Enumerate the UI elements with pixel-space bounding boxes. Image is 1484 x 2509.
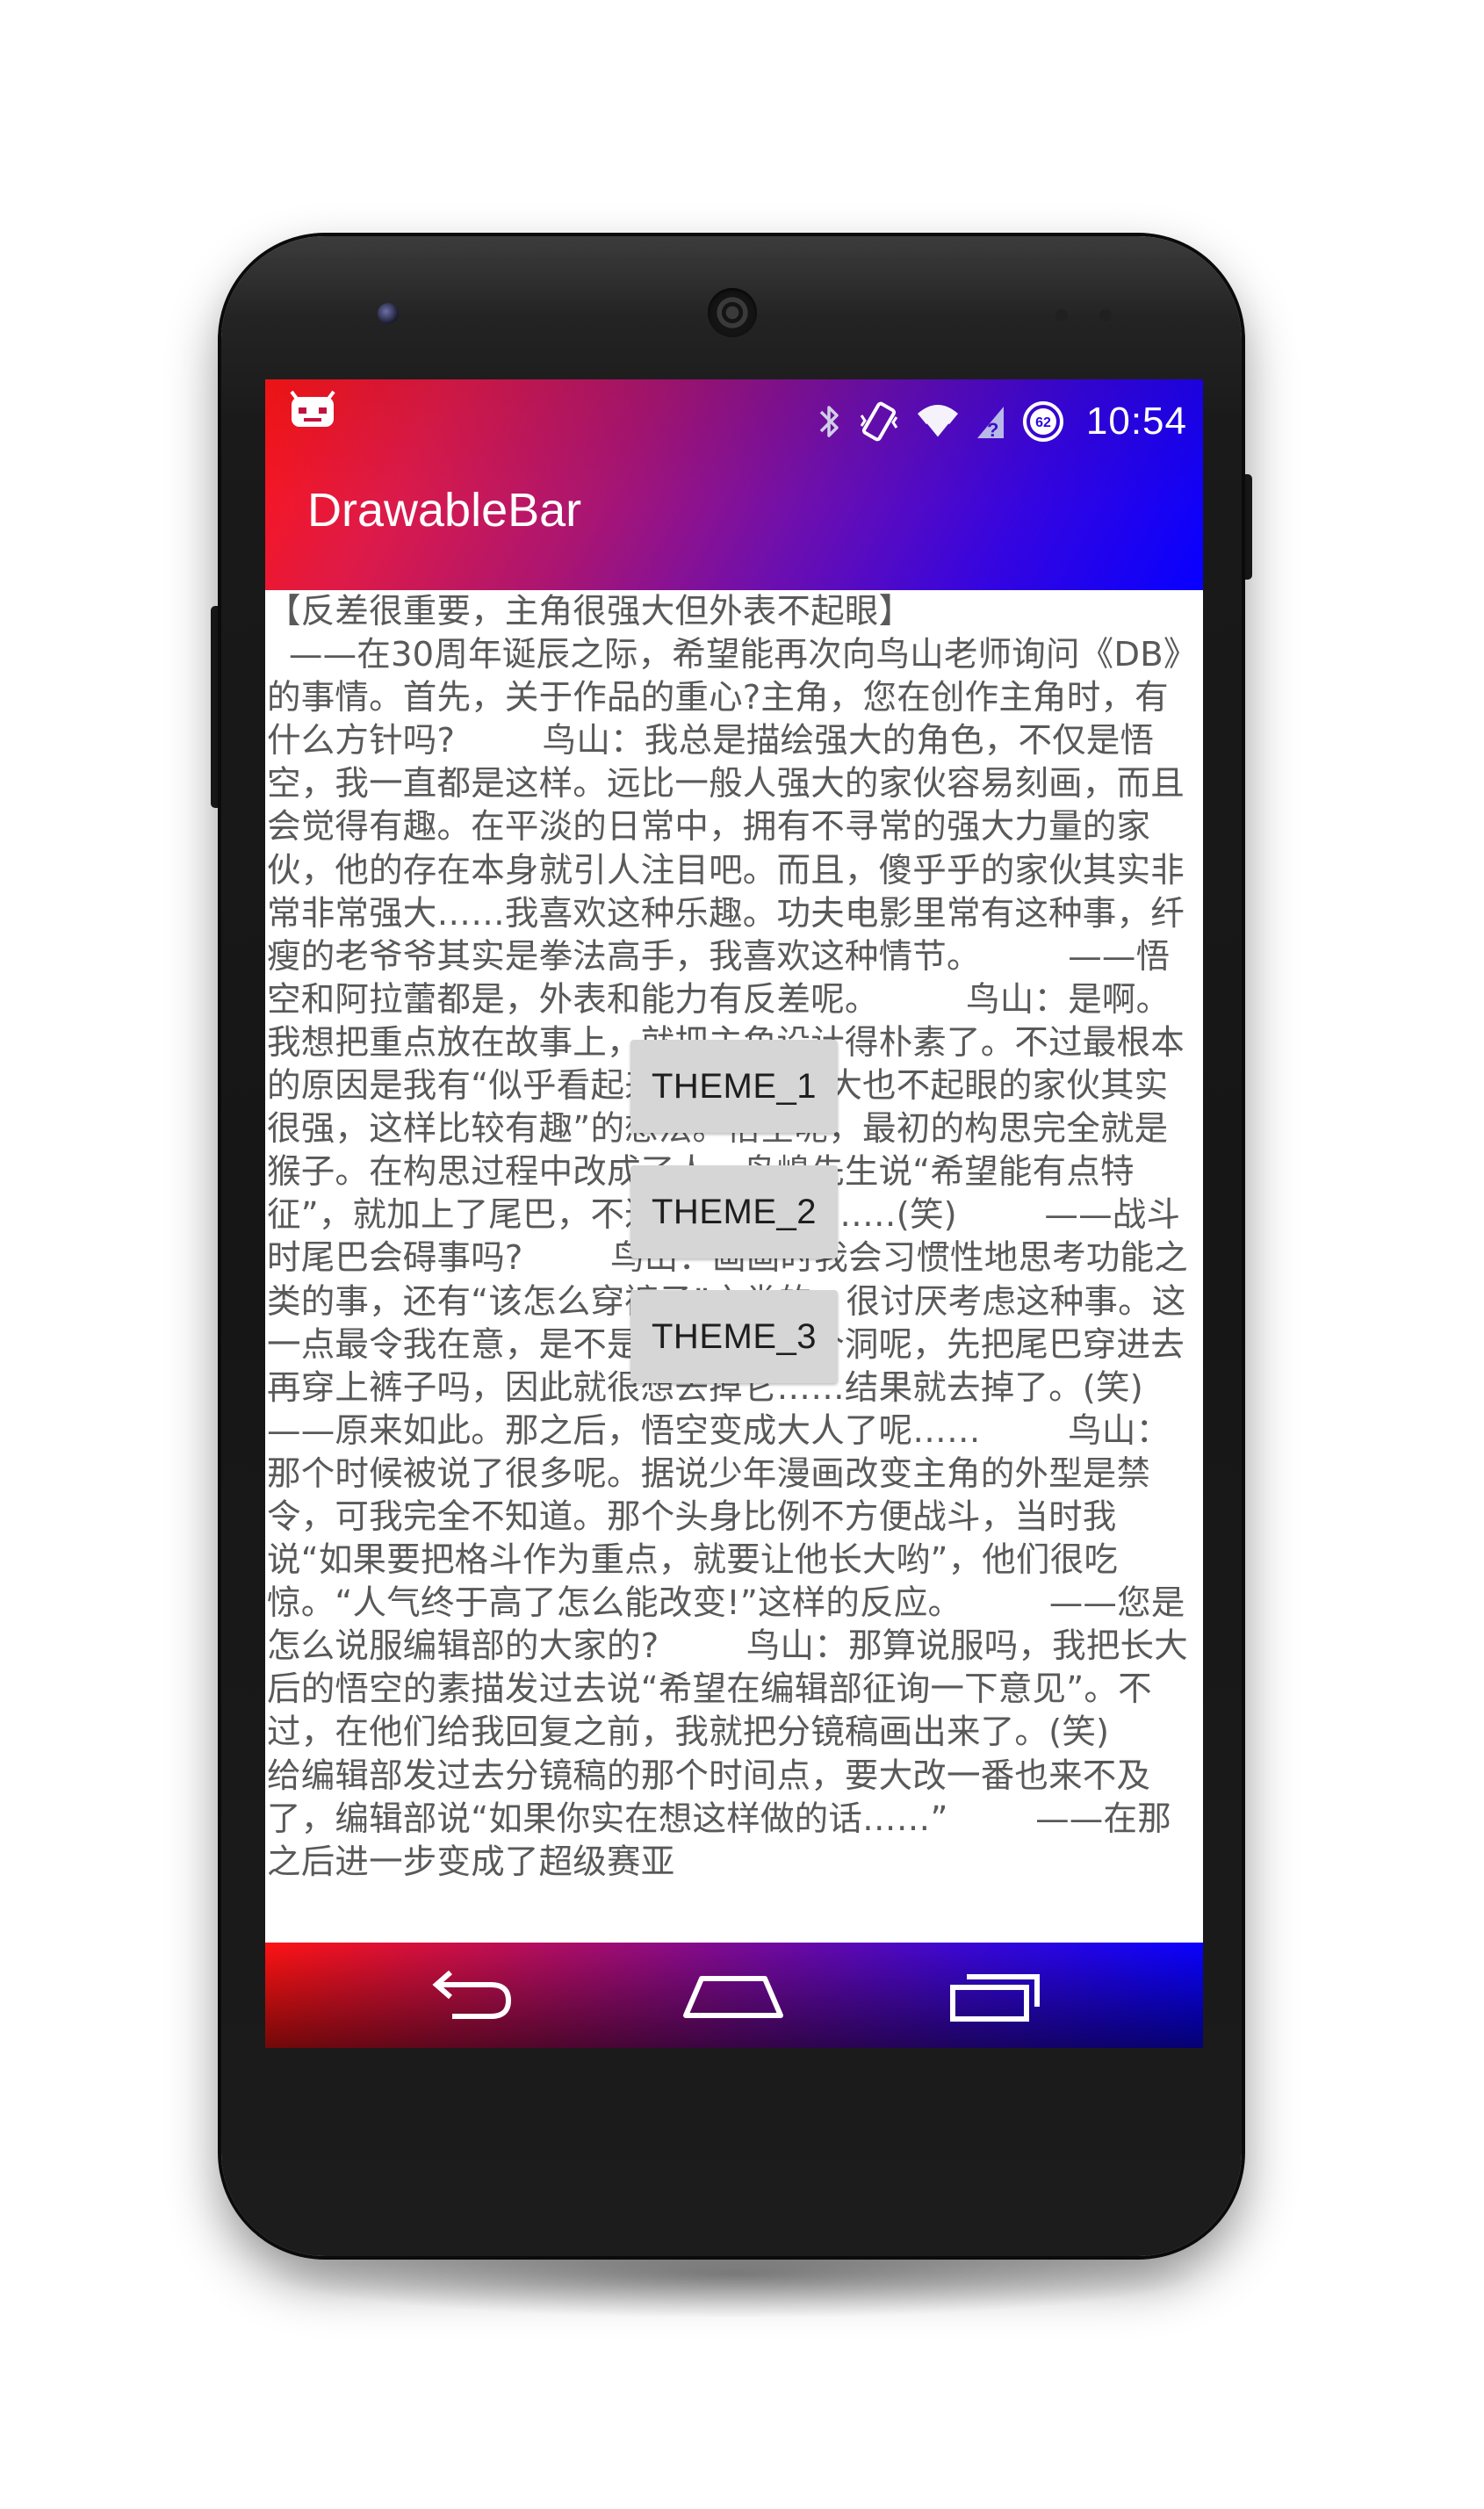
signal-icon: ? [976,407,1004,441]
power-button [1240,474,1252,580]
clock: 10:54 [1085,400,1187,443]
back-icon [432,1970,512,2019]
article-scroll-view[interactable]: 【反差很重要，主角很强大但外表不起眼】 ——在30周年诞辰之际，希望能再次向鸟山… [265,590,1203,1943]
status-bar: ? 62 10:54 [265,379,1203,464]
theme-2-button[interactable]: THEME_2 [630,1165,838,1258]
proximity-sensor [1055,309,1068,321]
earpiece-speaker [708,288,757,337]
status-icons: ? 62 10:54 [816,379,1187,464]
cyanogenmod-icon [290,390,335,427]
theme-1-button[interactable]: THEME_1 [630,1040,838,1133]
light-sensor [1099,309,1112,321]
recents-button[interactable] [939,1960,1053,2030]
vibrate-icon [860,401,898,442]
back-button[interactable] [412,1960,526,2030]
theme-3-button[interactable]: THEME_3 [630,1290,838,1383]
wifi-icon [917,405,958,439]
home-icon [683,1976,783,2018]
page-title: DrawableBar [307,484,582,537]
battery-icon: 62 [1022,401,1063,442]
navigation-bar [265,1943,1203,2048]
recents-icon [950,1974,1040,2022]
front-camera [378,303,399,324]
svg-text:?: ? [987,419,998,441]
screen: ? 62 10:54 DrawableBar 【反差很重要，主角很强大但外表不起… [265,379,1203,2048]
bluetooth-icon [819,406,839,437]
svg-text:62: 62 [1035,415,1051,430]
home-button[interactable] [676,1960,790,2030]
